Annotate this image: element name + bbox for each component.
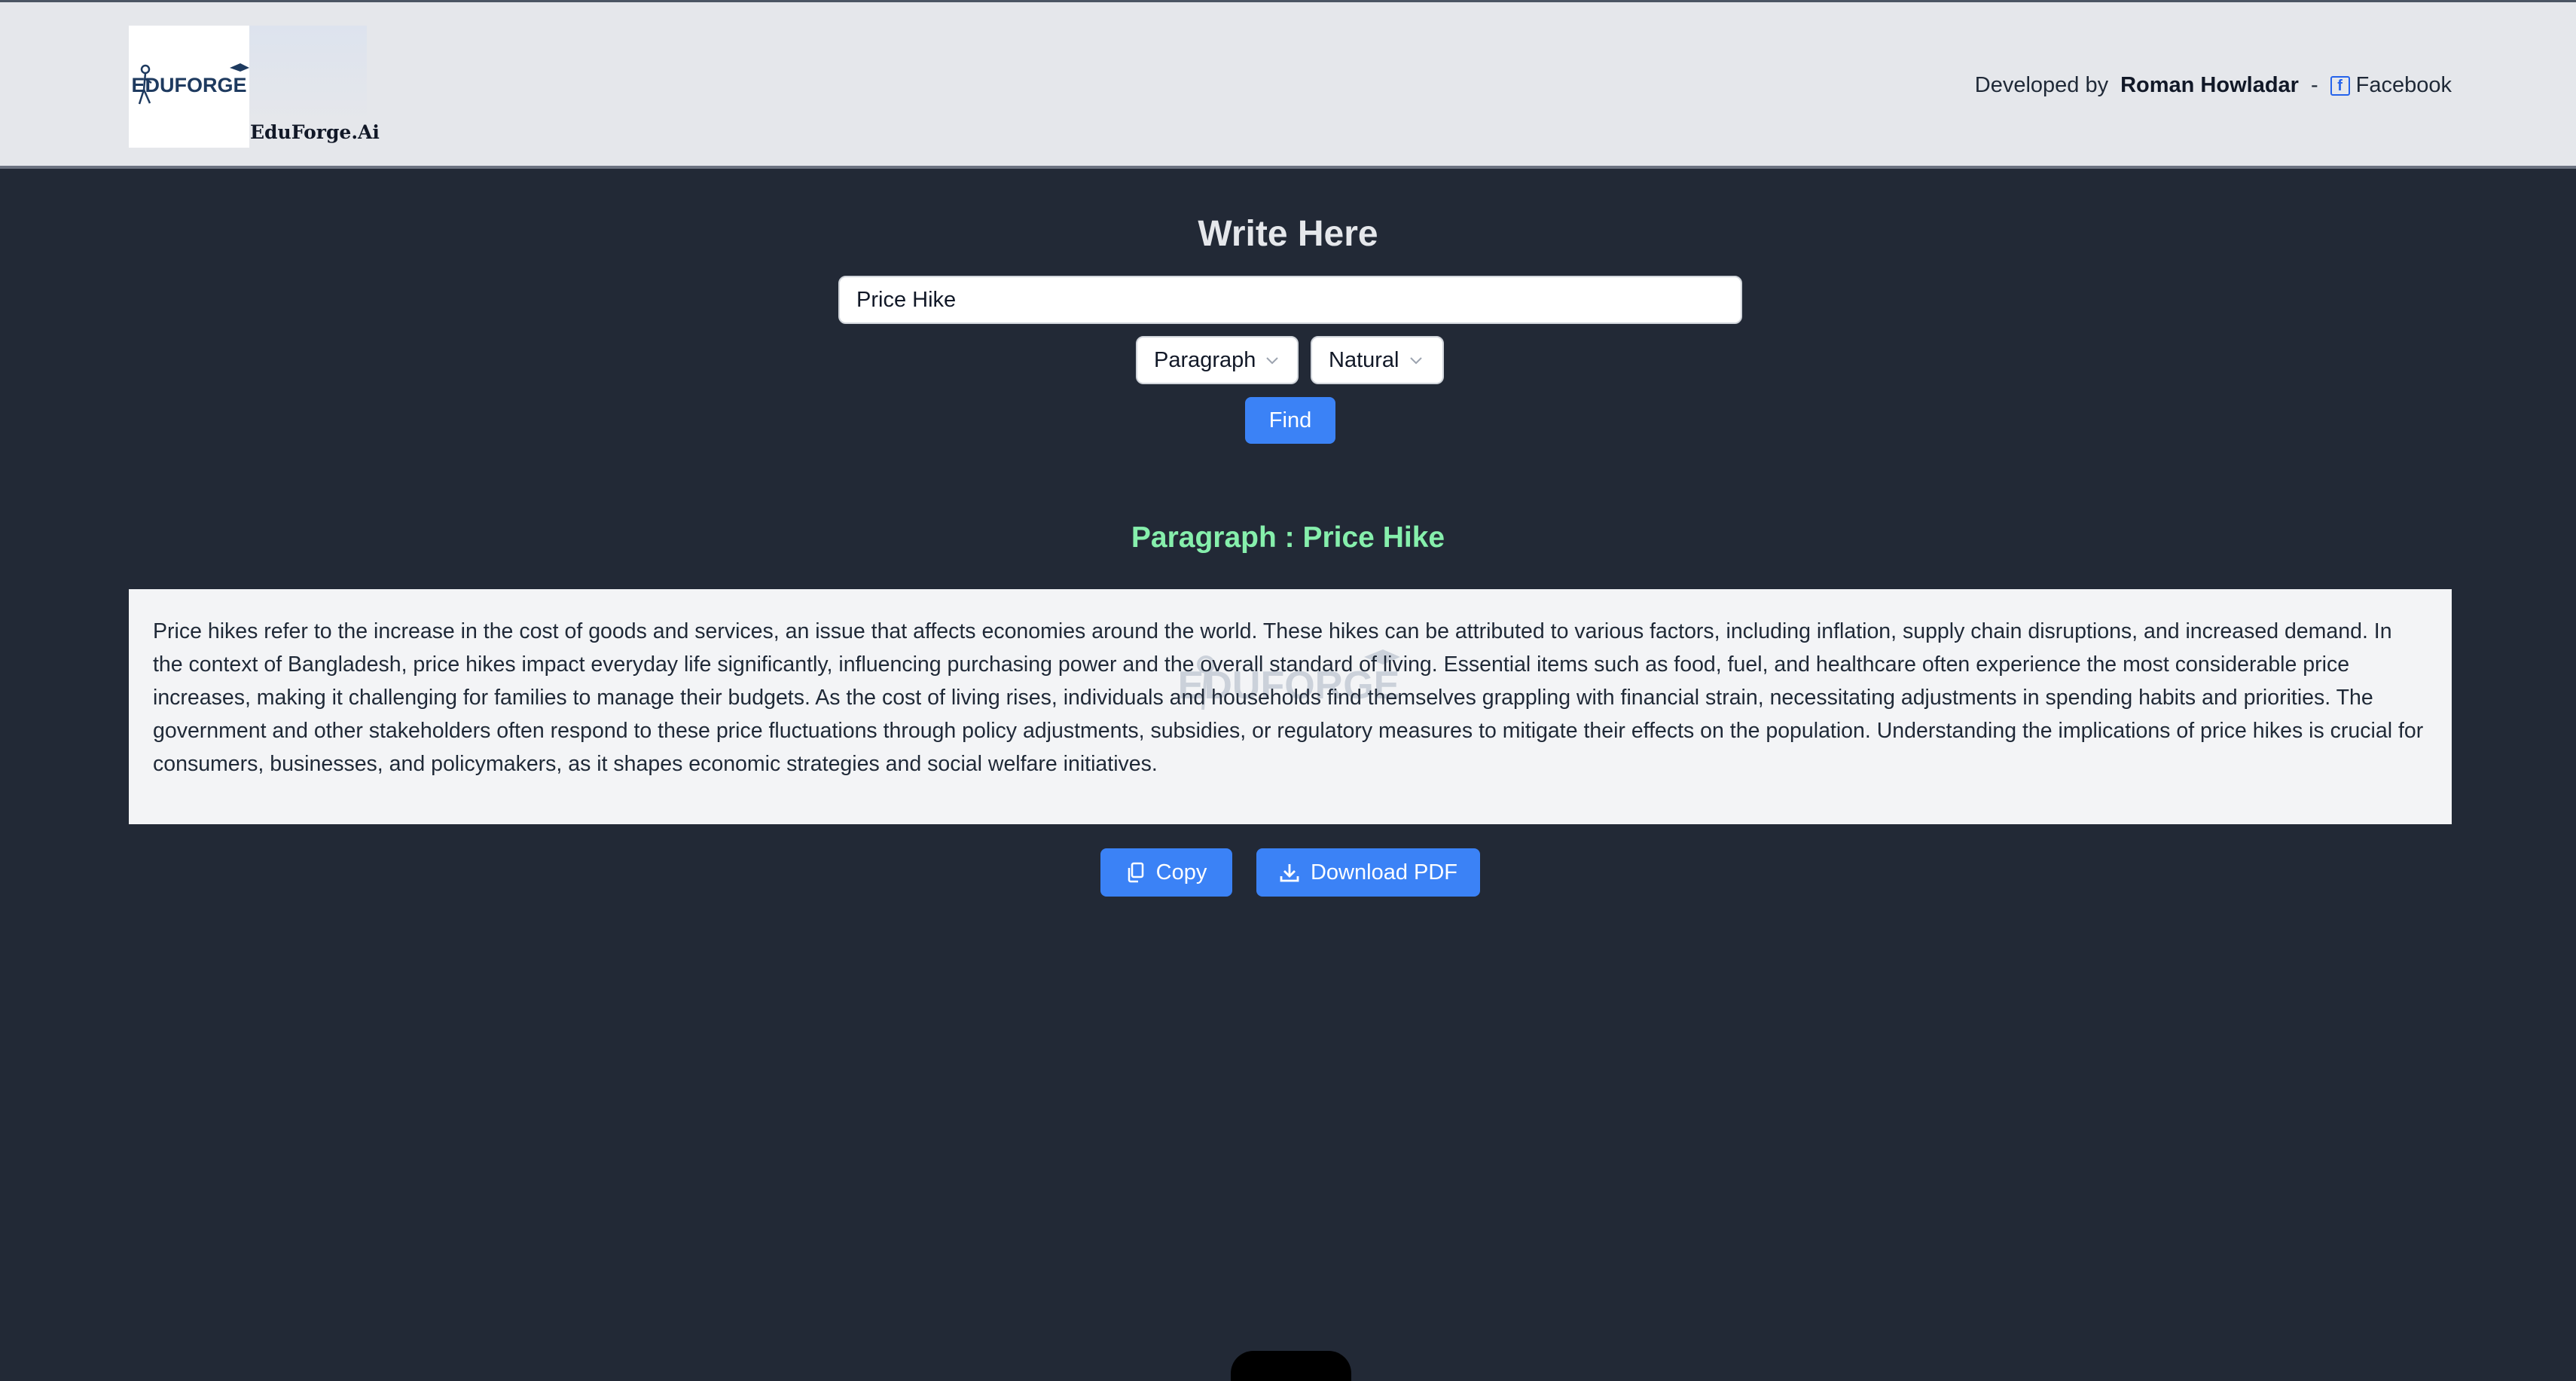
- chevron-down-icon: [1266, 357, 1279, 365]
- type-select[interactable]: Paragraph: [1136, 336, 1299, 384]
- author-name: Roman Howladar: [2120, 73, 2299, 97]
- copy-icon: [1128, 862, 1143, 883]
- download-pdf-button[interactable]: Download PDF: [1256, 848, 1480, 897]
- chevron-down-icon: [1409, 357, 1422, 365]
- find-button[interactable]: Find: [1245, 397, 1335, 444]
- download-pdf-label: Download PDF: [1310, 860, 1458, 885]
- result-title: Paragraph : Price Hike: [1131, 521, 1445, 554]
- brand-name[interactable]: EduForge.Ai: [250, 121, 380, 143]
- logo[interactable]: EDUFORGE: [129, 26, 249, 148]
- facebook-link[interactable]: Facebook: [2356, 73, 2452, 98]
- credits-separator: -: [2310, 73, 2318, 97]
- result-panel: EDUFORGE Price hikes refer to the increa…: [129, 589, 2452, 824]
- tone-select-value: Natural: [1329, 347, 1399, 372]
- svg-text:EDUFORGE: EDUFORGE: [131, 74, 246, 96]
- type-select-value: Paragraph: [1154, 347, 1256, 372]
- download-icon: [1280, 864, 1299, 882]
- logo-graphic: EDUFORGE: [131, 63, 249, 105]
- page-title: Write Here: [1198, 214, 1378, 254]
- bottom-handle[interactable]: [1231, 1351, 1351, 1381]
- result-text: Price hikes refer to the increase in the…: [153, 619, 2424, 776]
- logo-backdrop: [249, 26, 367, 120]
- developer-credits: Developed by Roman Howladar - f Facebook: [1975, 73, 2452, 98]
- site-header: EDUFORGE EduForge.Ai Developed by Roman …: [0, 0, 2576, 169]
- tone-select[interactable]: Natural: [1311, 336, 1444, 384]
- copy-button[interactable]: Copy: [1100, 848, 1232, 897]
- copy-button-label: Copy: [1155, 860, 1207, 885]
- developed-by-label: Developed by: [1974, 73, 2109, 97]
- topic-input[interactable]: [838, 276, 1742, 324]
- facebook-icon[interactable]: f: [2330, 75, 2350, 96]
